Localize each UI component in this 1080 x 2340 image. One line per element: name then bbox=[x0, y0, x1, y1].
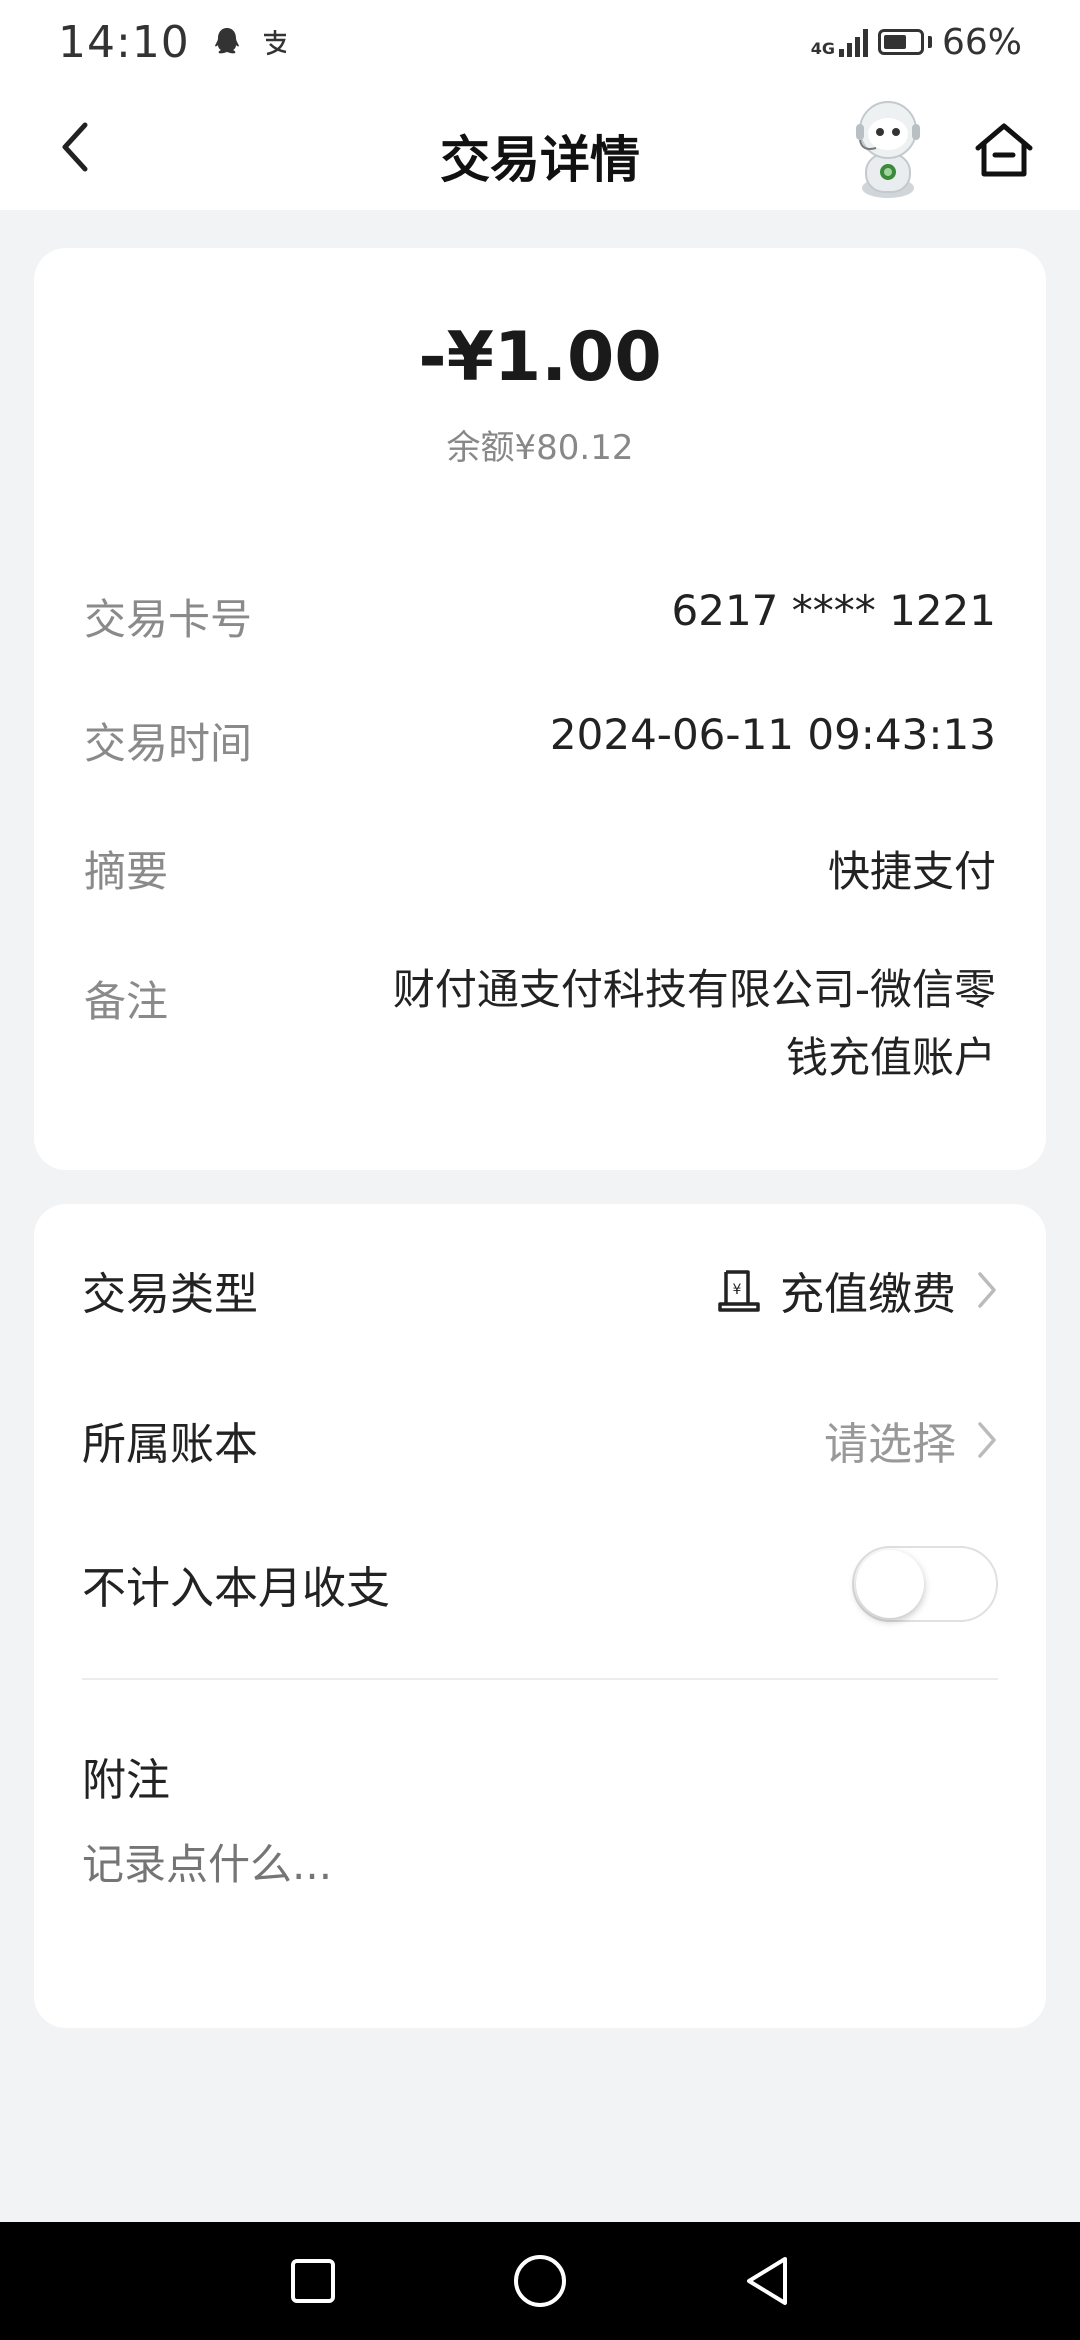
detail-label: 备注 bbox=[84, 977, 169, 1026]
divider bbox=[82, 1678, 998, 1680]
ledger-value: 请选择 bbox=[824, 1419, 956, 1470]
note-input[interactable] bbox=[82, 1840, 982, 1889]
network-type: 4G bbox=[810, 39, 835, 58]
exclude-toggle[interactable] bbox=[852, 1546, 998, 1622]
signal-icon: 4G bbox=[811, 27, 868, 57]
battery-icon bbox=[877, 29, 932, 55]
detail-row-time: 交易时间 2024-06-11 09:43:13 bbox=[84, 710, 996, 771]
transaction-type-label: 交易类型 bbox=[82, 1269, 258, 1320]
app-header: 交易详情 bbox=[0, 84, 1080, 210]
status-bar-left: 14:10 bbox=[58, 17, 290, 68]
square-icon bbox=[291, 2259, 336, 2303]
detail-row-card-number: 交易卡号 6217 **** 1221 bbox=[84, 586, 996, 647]
svg-text:¥: ¥ bbox=[733, 1282, 742, 1298]
exclude-label: 不计入本月收支 bbox=[82, 1563, 390, 1614]
circle-icon bbox=[513, 2255, 566, 2307]
qq-icon bbox=[214, 28, 239, 54]
exclude-row: 不计入本月收支 bbox=[82, 1546, 998, 1622]
ledger-label: 所属账本 bbox=[82, 1419, 258, 1470]
detail-value: 快捷支付 bbox=[827, 847, 996, 896]
transaction-type-value: 充值缴费 bbox=[780, 1269, 956, 1320]
triangle-back-icon bbox=[746, 2257, 787, 2305]
detail-row-remark: 备注 财付通支付科技有限公司-微信零钱充值账户 bbox=[84, 965, 996, 1092]
chevron-left-icon bbox=[62, 122, 88, 172]
detail-label: 摘要 bbox=[84, 847, 169, 896]
transaction-type-row[interactable]: 交易类型 ¥ 充值缴费 bbox=[82, 1258, 998, 1322]
status-time: 14:10 bbox=[58, 16, 190, 68]
alipay-icon bbox=[263, 30, 287, 56]
recharge-receipt-icon: ¥ bbox=[718, 1270, 760, 1312]
transaction-amount: -¥1.00 bbox=[418, 318, 662, 397]
home-button[interactable] bbox=[968, 114, 1040, 186]
note-label: 附注 bbox=[82, 1755, 170, 1806]
home-nav-button[interactable] bbox=[500, 2241, 580, 2321]
detail-value: 6217 **** 1221 bbox=[671, 586, 996, 635]
toggle-knob bbox=[856, 1550, 924, 1618]
balance-text: 余额¥80.12 bbox=[446, 428, 634, 468]
battery-percent: 66% bbox=[941, 21, 1022, 63]
notification-icons bbox=[212, 26, 290, 58]
status-bar-right: 4G 66% bbox=[811, 22, 1022, 63]
status-bar: 14:10 4G 66% bbox=[0, 0, 1080, 84]
back-nav-button[interactable] bbox=[727, 2241, 807, 2321]
detail-value: 2024-06-11 09:43:13 bbox=[549, 710, 996, 759]
system-nav-bar bbox=[0, 2222, 1080, 2340]
detail-label: 交易时间 bbox=[84, 719, 253, 768]
chevron-right-icon bbox=[976, 1420, 998, 1460]
assistant-robot-icon[interactable] bbox=[838, 96, 938, 200]
settings-card: 交易类型 ¥ 充值缴费 所属账本 请选择 不计入本月收支 附注 记录点什么... bbox=[34, 1204, 1046, 2028]
recents-button[interactable] bbox=[273, 2241, 353, 2321]
ledger-row[interactable]: 所属账本 请选择 bbox=[82, 1408, 998, 1472]
transaction-card: -¥1.00 余额¥80.12 交易卡号 6217 **** 1221 交易时间… bbox=[34, 248, 1046, 1170]
detail-value: 财付通支付科技有限公司-微信零钱充值账户 bbox=[392, 965, 996, 1082]
home-icon bbox=[975, 123, 1033, 177]
detail-label: 交易卡号 bbox=[84, 595, 253, 644]
detail-row-summary: 摘要 快捷支付 bbox=[84, 838, 996, 899]
chevron-right-icon bbox=[976, 1270, 998, 1310]
back-button[interactable] bbox=[40, 112, 110, 182]
